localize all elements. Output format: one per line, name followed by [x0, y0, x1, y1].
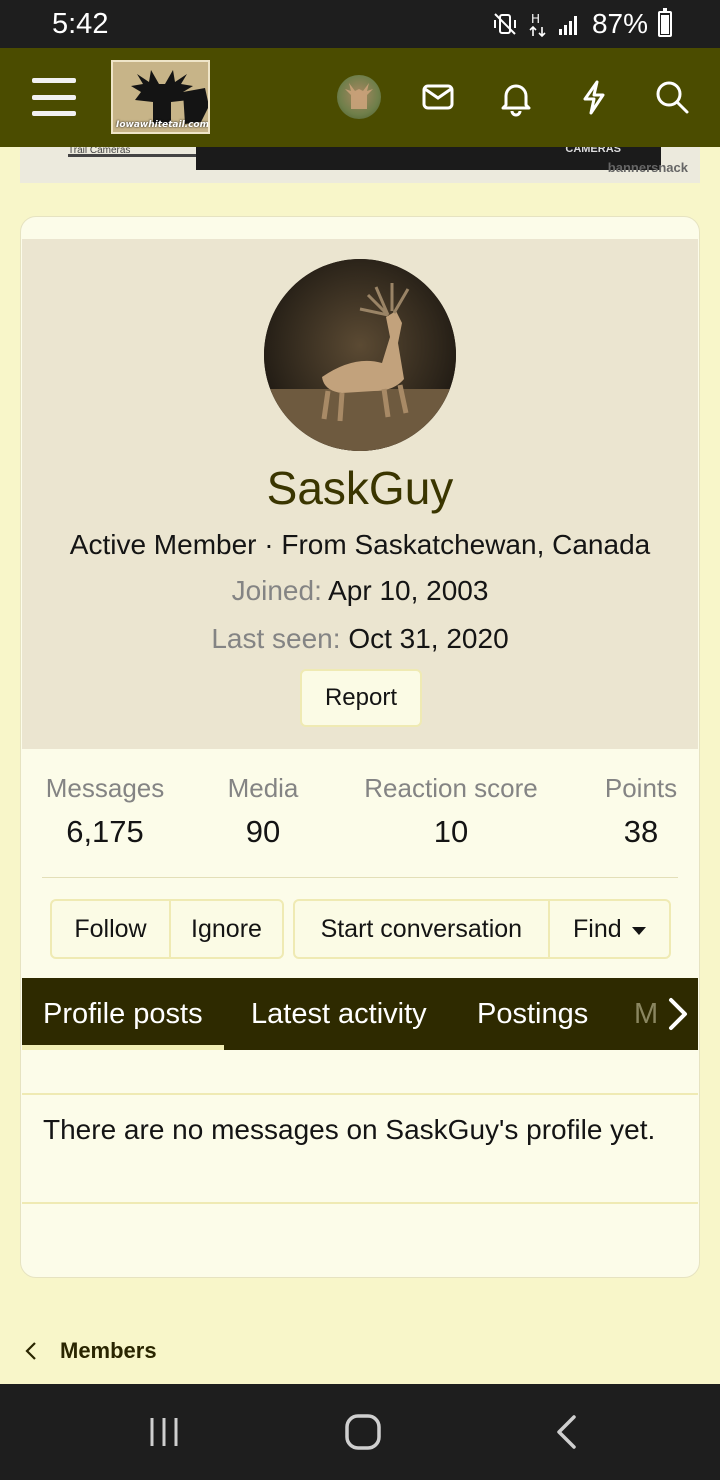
breadcrumb[interactable]: Members	[24, 1338, 157, 1364]
back-icon[interactable]	[548, 1412, 588, 1452]
lightning-icon[interactable]	[574, 77, 614, 117]
profile-tabs: Profile posts Latest activity Postings M	[22, 978, 698, 1050]
joined-label: Joined:	[231, 575, 322, 606]
system-nav-bar	[0, 1384, 720, 1480]
hamburger-menu-icon[interactable]	[32, 78, 76, 116]
battery-percent: 87%	[591, 8, 648, 39]
joined-value: Apr 10, 2003	[328, 575, 489, 606]
tab-postings[interactable]: Postings	[477, 978, 588, 1050]
tabs-scroll-right[interactable]	[658, 978, 698, 1050]
tab-latest-activity[interactable]: Latest activity	[251, 978, 427, 1050]
status-time: 5:42	[52, 8, 109, 40]
find-dropdown[interactable]: Find	[547, 901, 669, 957]
bell-icon[interactable]	[496, 77, 536, 117]
banner-fragment-left: Trail Cameras	[68, 147, 196, 157]
chevron-left-icon	[25, 1342, 36, 1360]
site-logo[interactable]: Iowawhitetail.com	[111, 60, 210, 134]
stat-label: Reaction score	[364, 773, 538, 803]
stat-media[interactable]: Media 90	[218, 773, 308, 850]
battery-icon	[658, 8, 672, 37]
banner-ad[interactable]: Trail Cameras CAMERAS bannersnack	[20, 147, 700, 183]
empty-message: There are no messages on SaskGuy's profi…	[43, 1114, 656, 1145]
stat-value: 6,175	[66, 814, 144, 849]
caret-down-icon	[631, 926, 646, 935]
tab-profile-posts[interactable]: Profile posts	[22, 978, 224, 1050]
logo-text: Iowawhitetail.com	[116, 120, 209, 130]
profile-card: SaskGuy Active Member · From Saskatchewa…	[20, 216, 700, 1278]
start-conversation-button[interactable]: Start conversation	[295, 901, 548, 957]
breadcrumb-members[interactable]: Members	[60, 1338, 157, 1364]
home-icon[interactable]	[343, 1412, 383, 1452]
stat-points[interactable]: Points 38	[596, 773, 686, 850]
last-seen-value: Oct 31, 2020	[348, 623, 509, 654]
banner-fragment-right: CAMERAS	[565, 147, 621, 155]
last-seen-label: Last seen:	[211, 623, 341, 654]
ignore-button[interactable]: Ignore	[168, 901, 282, 957]
follow-button[interactable]: Follow	[52, 901, 169, 957]
inbox-icon[interactable]	[418, 77, 458, 117]
stat-reaction-score[interactable]: Reaction score 10	[358, 773, 544, 850]
banner-image: CAMERAS	[196, 147, 661, 170]
svg-text:H: H	[531, 12, 540, 26]
profile-header: SaskGuy Active Member · From Saskatchewa…	[22, 239, 698, 749]
stat-messages[interactable]: Messages 6,175	[42, 773, 168, 850]
status-bar: 5:42 H 87%	[0, 0, 720, 48]
hplus-data-icon: H	[528, 10, 548, 38]
stat-label: Points	[604, 773, 678, 803]
banner-brand: bannersnack	[607, 160, 688, 175]
profile-subtitle: Active Member · From Saskatchewan, Canad…	[69, 529, 651, 560]
profile-avatar[interactable]	[264, 259, 456, 451]
stat-value: 10	[433, 814, 469, 849]
find-label: Find	[573, 914, 622, 943]
tab-more[interactable]: M	[634, 978, 658, 1050]
stat-value: 90	[245, 814, 281, 849]
site-header: Iowawhitetail.com	[0, 48, 720, 147]
profile-stats: Messages 6,175 Media 90 Reaction score 1…	[22, 749, 698, 877]
conversation-find-group: Start conversation Find	[293, 899, 671, 959]
profile-posts-panel: There are no messages on SaskGuy's profi…	[22, 1093, 698, 1204]
stat-value: 38	[623, 814, 659, 849]
stat-label: Messages	[45, 773, 165, 803]
stats-divider	[42, 877, 678, 878]
follow-ignore-group: Follow Ignore	[50, 899, 284, 959]
vibrate-mute-icon	[492, 11, 518, 37]
recent-apps-icon[interactable]	[144, 1412, 184, 1452]
profile-joined: Joined: Apr 10, 2003	[22, 575, 698, 607]
signal-icon	[558, 12, 582, 36]
report-button[interactable]: Report	[300, 669, 422, 727]
stat-label: Media	[227, 773, 299, 803]
search-icon[interactable]	[652, 77, 692, 117]
profile-username: SaskGuy	[266, 462, 454, 514]
profile-last-seen: Last seen: Oct 31, 2020	[22, 623, 698, 655]
user-avatar[interactable]	[337, 75, 381, 119]
chevron-right-icon	[669, 998, 687, 1030]
